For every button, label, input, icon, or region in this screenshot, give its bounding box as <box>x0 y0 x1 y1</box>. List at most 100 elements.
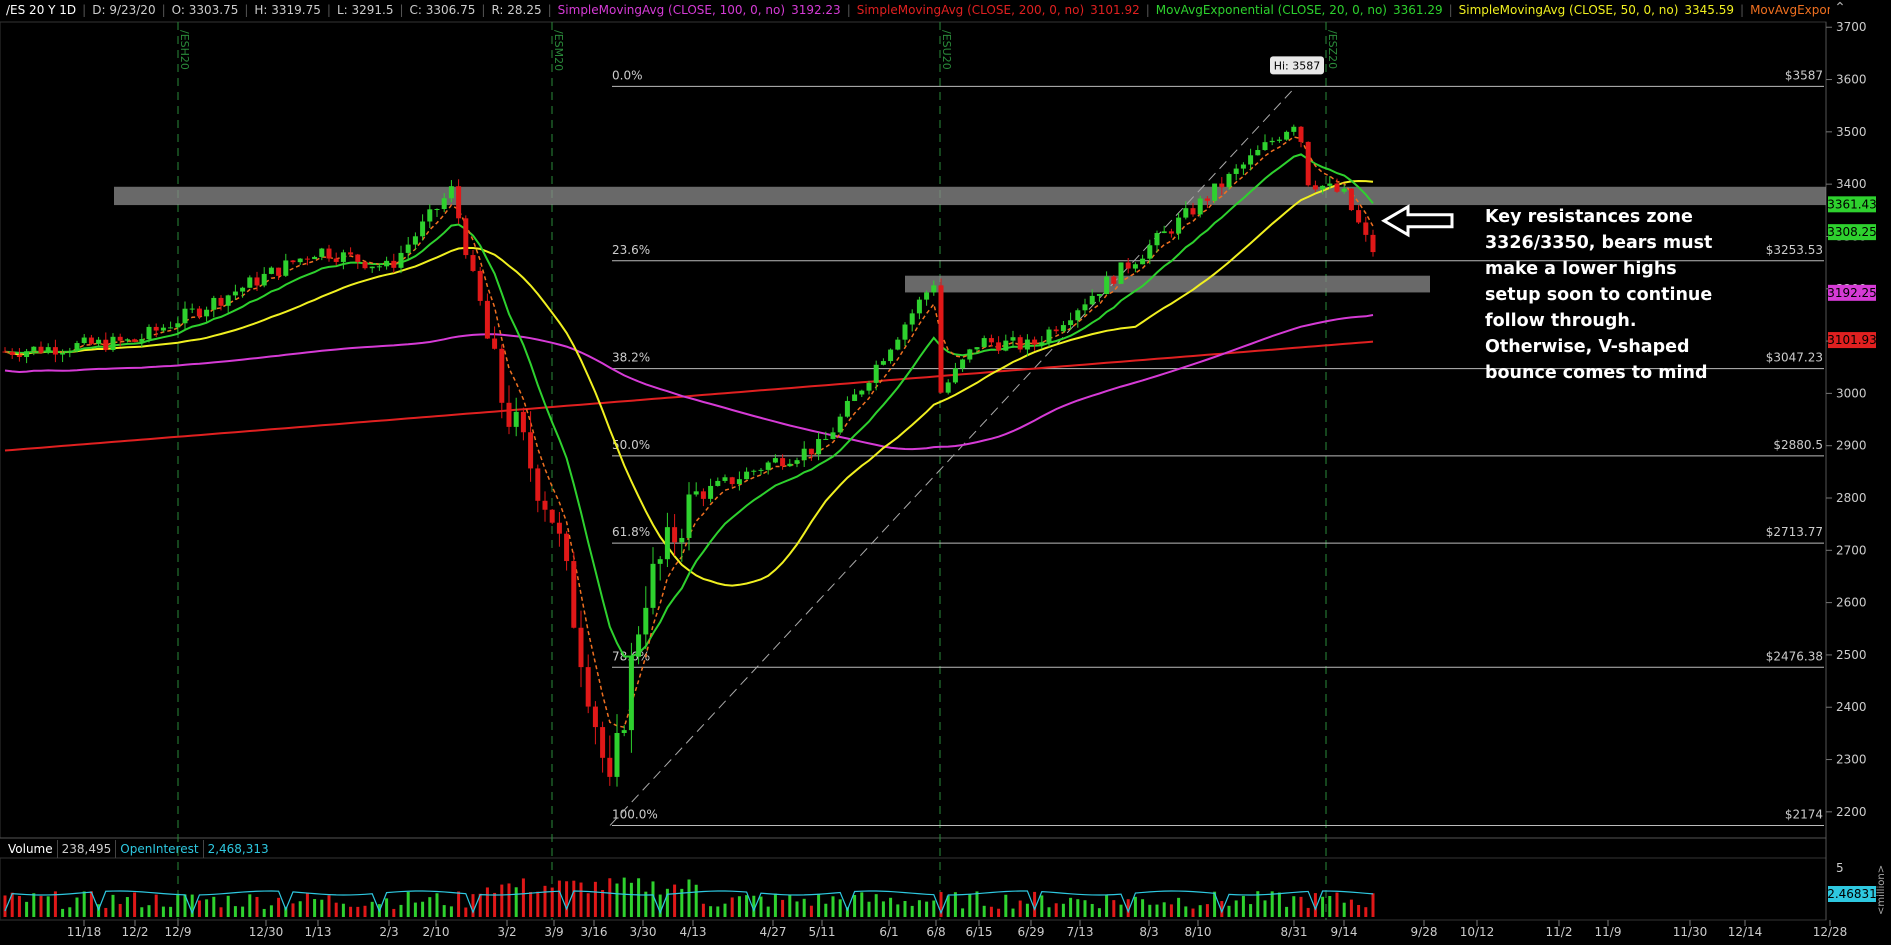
volume-bar <box>104 907 108 917</box>
candle-body <box>168 327 174 329</box>
y-tick-label: 2900 <box>1836 439 1867 453</box>
oi-value: 2,468,313 <box>207 842 269 856</box>
candle-body <box>1356 210 1362 223</box>
candle-body <box>398 252 404 268</box>
x-tick-label: 1/13 <box>305 925 332 939</box>
candle-body <box>1212 183 1218 201</box>
candle-body <box>693 491 699 495</box>
volume-bar <box>17 896 21 917</box>
volume-bar <box>269 905 273 917</box>
volume-bar <box>737 896 741 917</box>
volume-bar <box>730 897 734 917</box>
volume-bar <box>1241 895 1245 917</box>
candle-body <box>240 287 246 292</box>
candle-body <box>1348 188 1354 211</box>
oi-label[interactable]: OpenInterest <box>116 840 204 858</box>
price-tag-label: 3361.43 <box>1827 197 1877 211</box>
candle-body <box>484 300 490 339</box>
candle-body <box>585 667 591 707</box>
candle-body <box>751 470 757 472</box>
volume-bar <box>385 898 389 917</box>
fib-price-label: $3047.23 <box>1766 351 1823 365</box>
candle-body <box>60 352 66 355</box>
candle-body <box>787 463 793 467</box>
candle-body <box>1291 126 1297 132</box>
volume-bar <box>176 893 180 917</box>
price-chart[interactable]: 3700360035003400330032003100300029002800… <box>0 0 1891 945</box>
x-tick-label: 10/12 <box>1460 925 1495 939</box>
candle-body <box>794 460 800 464</box>
volume-bar <box>1177 897 1181 917</box>
volume-bar <box>615 883 619 917</box>
volume-bar <box>997 908 1001 917</box>
x-tick-label: 7/13 <box>1067 925 1094 939</box>
volume-bar <box>507 883 511 917</box>
candle-body <box>333 258 339 262</box>
contract-roll-label: /ESZ20 <box>1326 30 1339 69</box>
candle-body <box>31 346 37 352</box>
volume-bar <box>262 908 266 917</box>
volume-bar <box>464 907 468 917</box>
volume-bar <box>665 888 669 917</box>
volume-bar <box>1011 908 1015 917</box>
volume-bar <box>349 906 353 917</box>
candle-body <box>1176 217 1182 234</box>
candle-body <box>1276 139 1282 141</box>
volume-bar <box>1105 895 1109 917</box>
candle-body <box>312 256 318 260</box>
candle-body <box>38 346 44 353</box>
candle-body <box>1298 126 1304 142</box>
fib-pct-label: 0.0% <box>612 68 643 82</box>
candle-body <box>974 347 980 350</box>
candle-body <box>679 537 685 543</box>
volume-label[interactable]: Volume <box>4 840 58 858</box>
candle-body <box>362 262 368 269</box>
volume-bar <box>1342 902 1346 917</box>
candle-body <box>384 260 390 267</box>
candle-body <box>1075 310 1081 321</box>
candle-body <box>895 339 901 350</box>
volume-bar <box>1198 905 1202 917</box>
candle-body <box>470 255 476 271</box>
candle-body <box>837 416 843 433</box>
volume-bar <box>500 884 504 917</box>
x-tick-label: 8/3 <box>1139 925 1158 939</box>
candle-body <box>1039 342 1045 345</box>
candle-body <box>9 351 15 355</box>
volume-bar <box>3 895 7 917</box>
candle-body <box>369 266 375 269</box>
volume-bar <box>1306 907 1310 917</box>
candle-body <box>621 730 627 733</box>
volume-bar <box>1249 904 1253 917</box>
candle-body <box>535 468 541 501</box>
note-line: 3326/3350, bears must <box>1485 233 1713 253</box>
candle-body <box>153 326 159 331</box>
candle-body <box>232 291 238 296</box>
volume-bar <box>219 907 223 917</box>
volume-bar <box>1025 903 1029 917</box>
candle-body <box>319 248 325 257</box>
candle-body <box>1334 183 1340 192</box>
volume-bar <box>989 906 993 917</box>
volume-bar <box>838 899 842 917</box>
volume-bar <box>773 893 777 917</box>
volume-bar <box>421 901 425 917</box>
volume-bar <box>961 908 965 917</box>
volume-bar <box>766 906 770 917</box>
candle-body <box>1183 208 1189 218</box>
candle-body <box>528 432 534 469</box>
x-tick-label: 8/10 <box>1185 925 1212 939</box>
candle-body <box>909 313 915 325</box>
volume-bar <box>334 902 338 917</box>
note-line: follow through. <box>1485 311 1637 331</box>
volume-bar <box>795 901 799 917</box>
candle-body <box>772 458 778 463</box>
candle-body <box>916 299 922 314</box>
volume-bar <box>1047 907 1051 917</box>
volume-bar <box>867 901 871 917</box>
volume-bar <box>1141 899 1145 917</box>
volume-bar <box>1076 899 1080 917</box>
y-tick-label: 3500 <box>1836 125 1867 139</box>
volume-bar <box>1119 904 1123 917</box>
x-tick-label: 12/9 <box>165 925 192 939</box>
